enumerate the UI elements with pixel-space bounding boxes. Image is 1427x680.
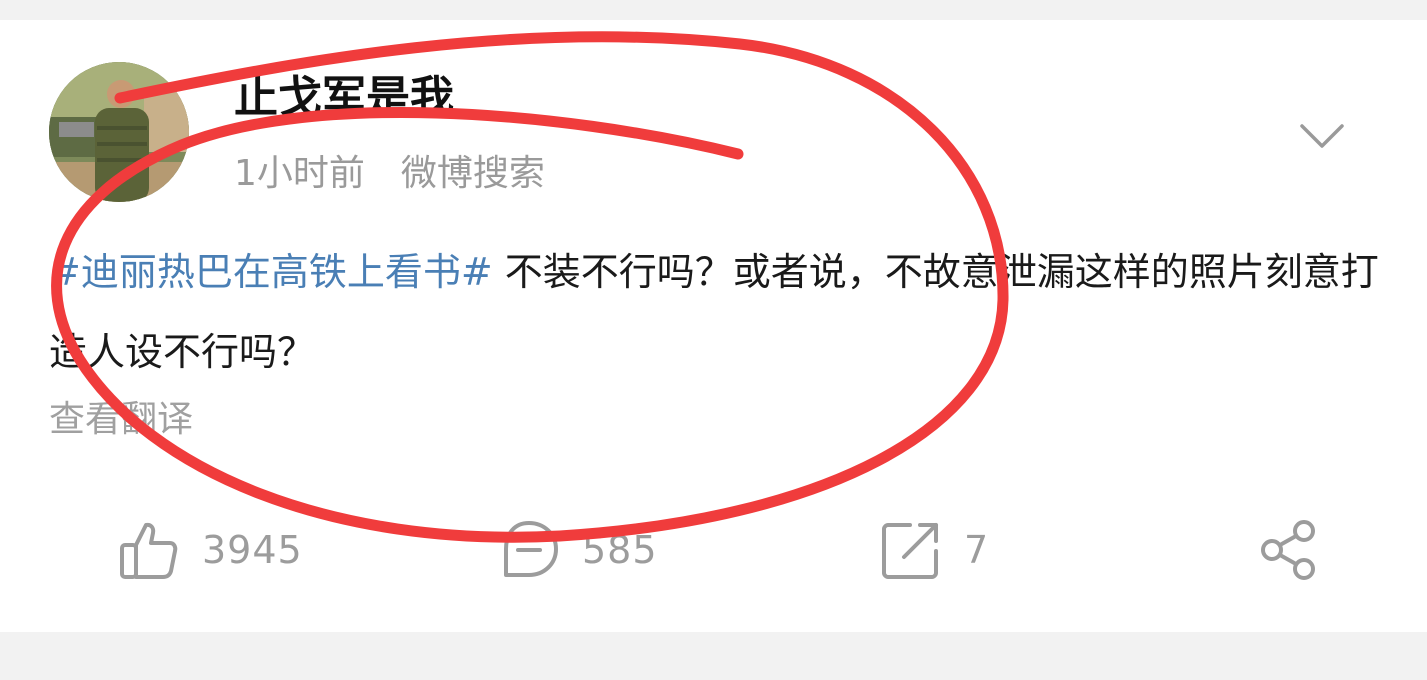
like-button[interactable]: 3945 [118, 500, 303, 600]
post-time: 1小时前 [234, 153, 365, 194]
chevron-down-icon [1300, 124, 1344, 148]
comment-count: 585 [582, 528, 658, 572]
repost-button[interactable]: 7 [880, 500, 989, 600]
weibo-post-page: 止戈军是我 1小时前 微博搜索 #迪丽热巴在高铁上看书# 不装不行吗？或者说，不故… [0, 0, 1427, 680]
post-meta: 1小时前 微博搜索 [234, 150, 545, 198]
post-source: 微博搜索 [400, 153, 545, 194]
avatar[interactable] [49, 62, 189, 202]
share-icon [1261, 520, 1315, 580]
post-content: #迪丽热巴在高铁上看书# 不装不行吗？或者说，不故意泄漏这样的照片刻意打造人设不… [49, 232, 1389, 392]
share-button[interactable] [1258, 500, 1320, 600]
comment-button[interactable]: 585 [498, 500, 658, 600]
username[interactable]: 止戈军是我 [234, 70, 454, 126]
like-count: 3945 [202, 528, 303, 572]
avatar-photo [49, 62, 189, 202]
more-options-button[interactable] [1296, 116, 1348, 156]
action-bar: 3945 585 7 [0, 500, 1427, 600]
thumbs-up-icon [120, 522, 178, 579]
view-translation-link[interactable]: 查看翻译 [49, 395, 193, 445]
post-card: 止戈军是我 1小时前 微博搜索 #迪丽热巴在高铁上看书# 不装不行吗？或者说，不故… [0, 20, 1427, 632]
comment-icon [504, 521, 558, 577]
repost-icon [882, 523, 938, 579]
repost-count: 7 [964, 528, 990, 572]
topic-link[interactable]: #迪丽热巴在高铁上看书# [49, 250, 493, 294]
